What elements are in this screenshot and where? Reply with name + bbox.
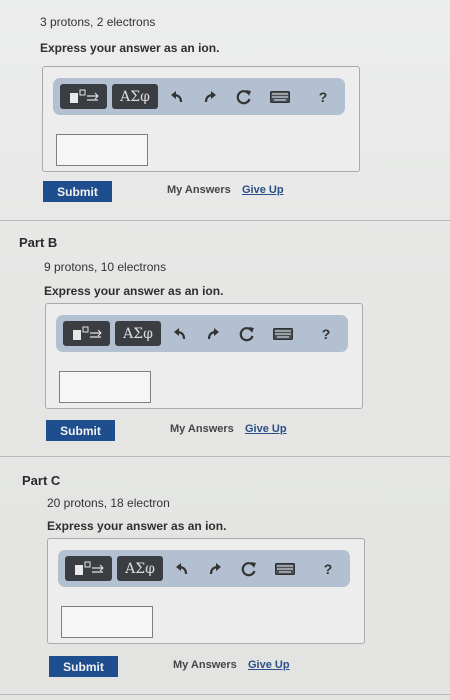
template-icon: [69, 89, 99, 103]
part-c-math-toolbar: ΑΣφ ?: [58, 550, 350, 587]
help-button[interactable]: ?: [313, 321, 339, 346]
reset-button[interactable]: [234, 321, 260, 346]
help-button[interactable]: ?: [315, 556, 341, 581]
part-a-my-answers-link[interactable]: My Answers: [167, 184, 231, 196]
part-b-math-toolbar: ΑΣφ ?: [56, 315, 348, 352]
help-icon: ?: [318, 88, 328, 105]
part-b-answer-input[interactable]: [59, 371, 151, 403]
part-a-problem-text: 3 protons, 2 electrons: [40, 15, 156, 29]
part-b-action-row: Submit My Answers Give Up: [46, 420, 376, 442]
undo-icon: [174, 327, 186, 339]
template-icon: [74, 561, 104, 575]
greek-symbols-button[interactable]: ΑΣφ: [112, 84, 158, 109]
divider-bottom: [0, 694, 450, 695]
part-c-give-up-link[interactable]: Give Up: [248, 659, 290, 671]
part-a-instruction: Express your answer as an ion.: [40, 41, 220, 55]
part-a-math-toolbar: ΑΣφ ?: [53, 78, 345, 115]
keyboard-button[interactable]: [267, 84, 293, 109]
keyboard-icon: [273, 327, 293, 340]
reset-icon: [239, 326, 254, 341]
greek-symbols-button[interactable]: ΑΣφ: [115, 321, 161, 346]
part-b-my-answers-link[interactable]: My Answers: [170, 423, 234, 435]
keyboard-button[interactable]: [272, 556, 298, 581]
part-a-action-row: Submit My Answers Give Up: [43, 181, 373, 203]
part-c-submit-button[interactable]: Submit: [49, 656, 118, 677]
undo-button[interactable]: [165, 84, 191, 109]
help-button[interactable]: ?: [310, 84, 336, 109]
template-button[interactable]: [63, 321, 110, 346]
template-icon: [72, 326, 102, 340]
reset-icon: [236, 89, 251, 104]
undo-icon: [171, 90, 183, 102]
keyboard-icon: [275, 562, 295, 575]
part-c-answer-box: ΑΣφ ?: [47, 538, 365, 644]
part-a-submit-button[interactable]: Submit: [43, 181, 112, 202]
part-c-answer-input[interactable]: [61, 606, 153, 638]
reset-button[interactable]: [236, 556, 262, 581]
reset-button[interactable]: [231, 84, 257, 109]
reset-icon: [241, 561, 256, 576]
keyboard-icon: [270, 90, 290, 103]
keyboard-button[interactable]: [270, 321, 296, 346]
part-b-title: Part B: [19, 235, 58, 250]
part-c-action-row: Submit My Answers Give Up: [49, 656, 379, 678]
part-a-give-up-link[interactable]: Give Up: [242, 184, 284, 196]
part-b: Part B 9 protons, 10 electrons Express y…: [0, 222, 450, 452]
template-button[interactable]: [60, 84, 107, 109]
part-c-title: Part C: [22, 473, 61, 488]
part-b-answer-box: ΑΣφ ?: [45, 303, 363, 409]
redo-button[interactable]: [196, 84, 222, 109]
part-c-my-answers-link[interactable]: My Answers: [173, 659, 237, 671]
part-a-answer-input[interactable]: [56, 134, 148, 166]
part-c-instruction: Express your answer as an ion.: [47, 519, 227, 533]
greek-symbols-button[interactable]: ΑΣφ: [117, 556, 163, 581]
part-c: Part C 20 protons, 18 electron Express y…: [0, 458, 450, 698]
redo-button[interactable]: [201, 556, 227, 581]
undo-button[interactable]: [168, 321, 194, 346]
part-a-answer-box: ΑΣφ ?: [42, 66, 360, 172]
help-icon: ?: [321, 325, 331, 342]
undo-icon: [176, 562, 188, 574]
part-b-give-up-link[interactable]: Give Up: [245, 423, 287, 435]
part-b-problem-text: 9 protons, 10 electrons: [44, 260, 167, 274]
part-a: 3 protons, 2 electrons Express your answ…: [0, 0, 450, 220]
undo-button[interactable]: [170, 556, 196, 581]
divider-a-b: [0, 220, 450, 221]
divider-b-c: [0, 456, 450, 457]
redo-button[interactable]: [199, 321, 225, 346]
part-c-problem-text: 20 protons, 18 electron: [47, 496, 170, 510]
redo-icon: [209, 562, 221, 574]
help-icon: ?: [323, 560, 333, 577]
template-button[interactable]: [65, 556, 112, 581]
redo-icon: [207, 327, 219, 339]
part-b-submit-button[interactable]: Submit: [46, 420, 115, 441]
part-b-instruction: Express your answer as an ion.: [44, 284, 224, 298]
redo-icon: [204, 90, 216, 102]
assignment-page: 3 protons, 2 electrons Express your answ…: [0, 0, 450, 700]
